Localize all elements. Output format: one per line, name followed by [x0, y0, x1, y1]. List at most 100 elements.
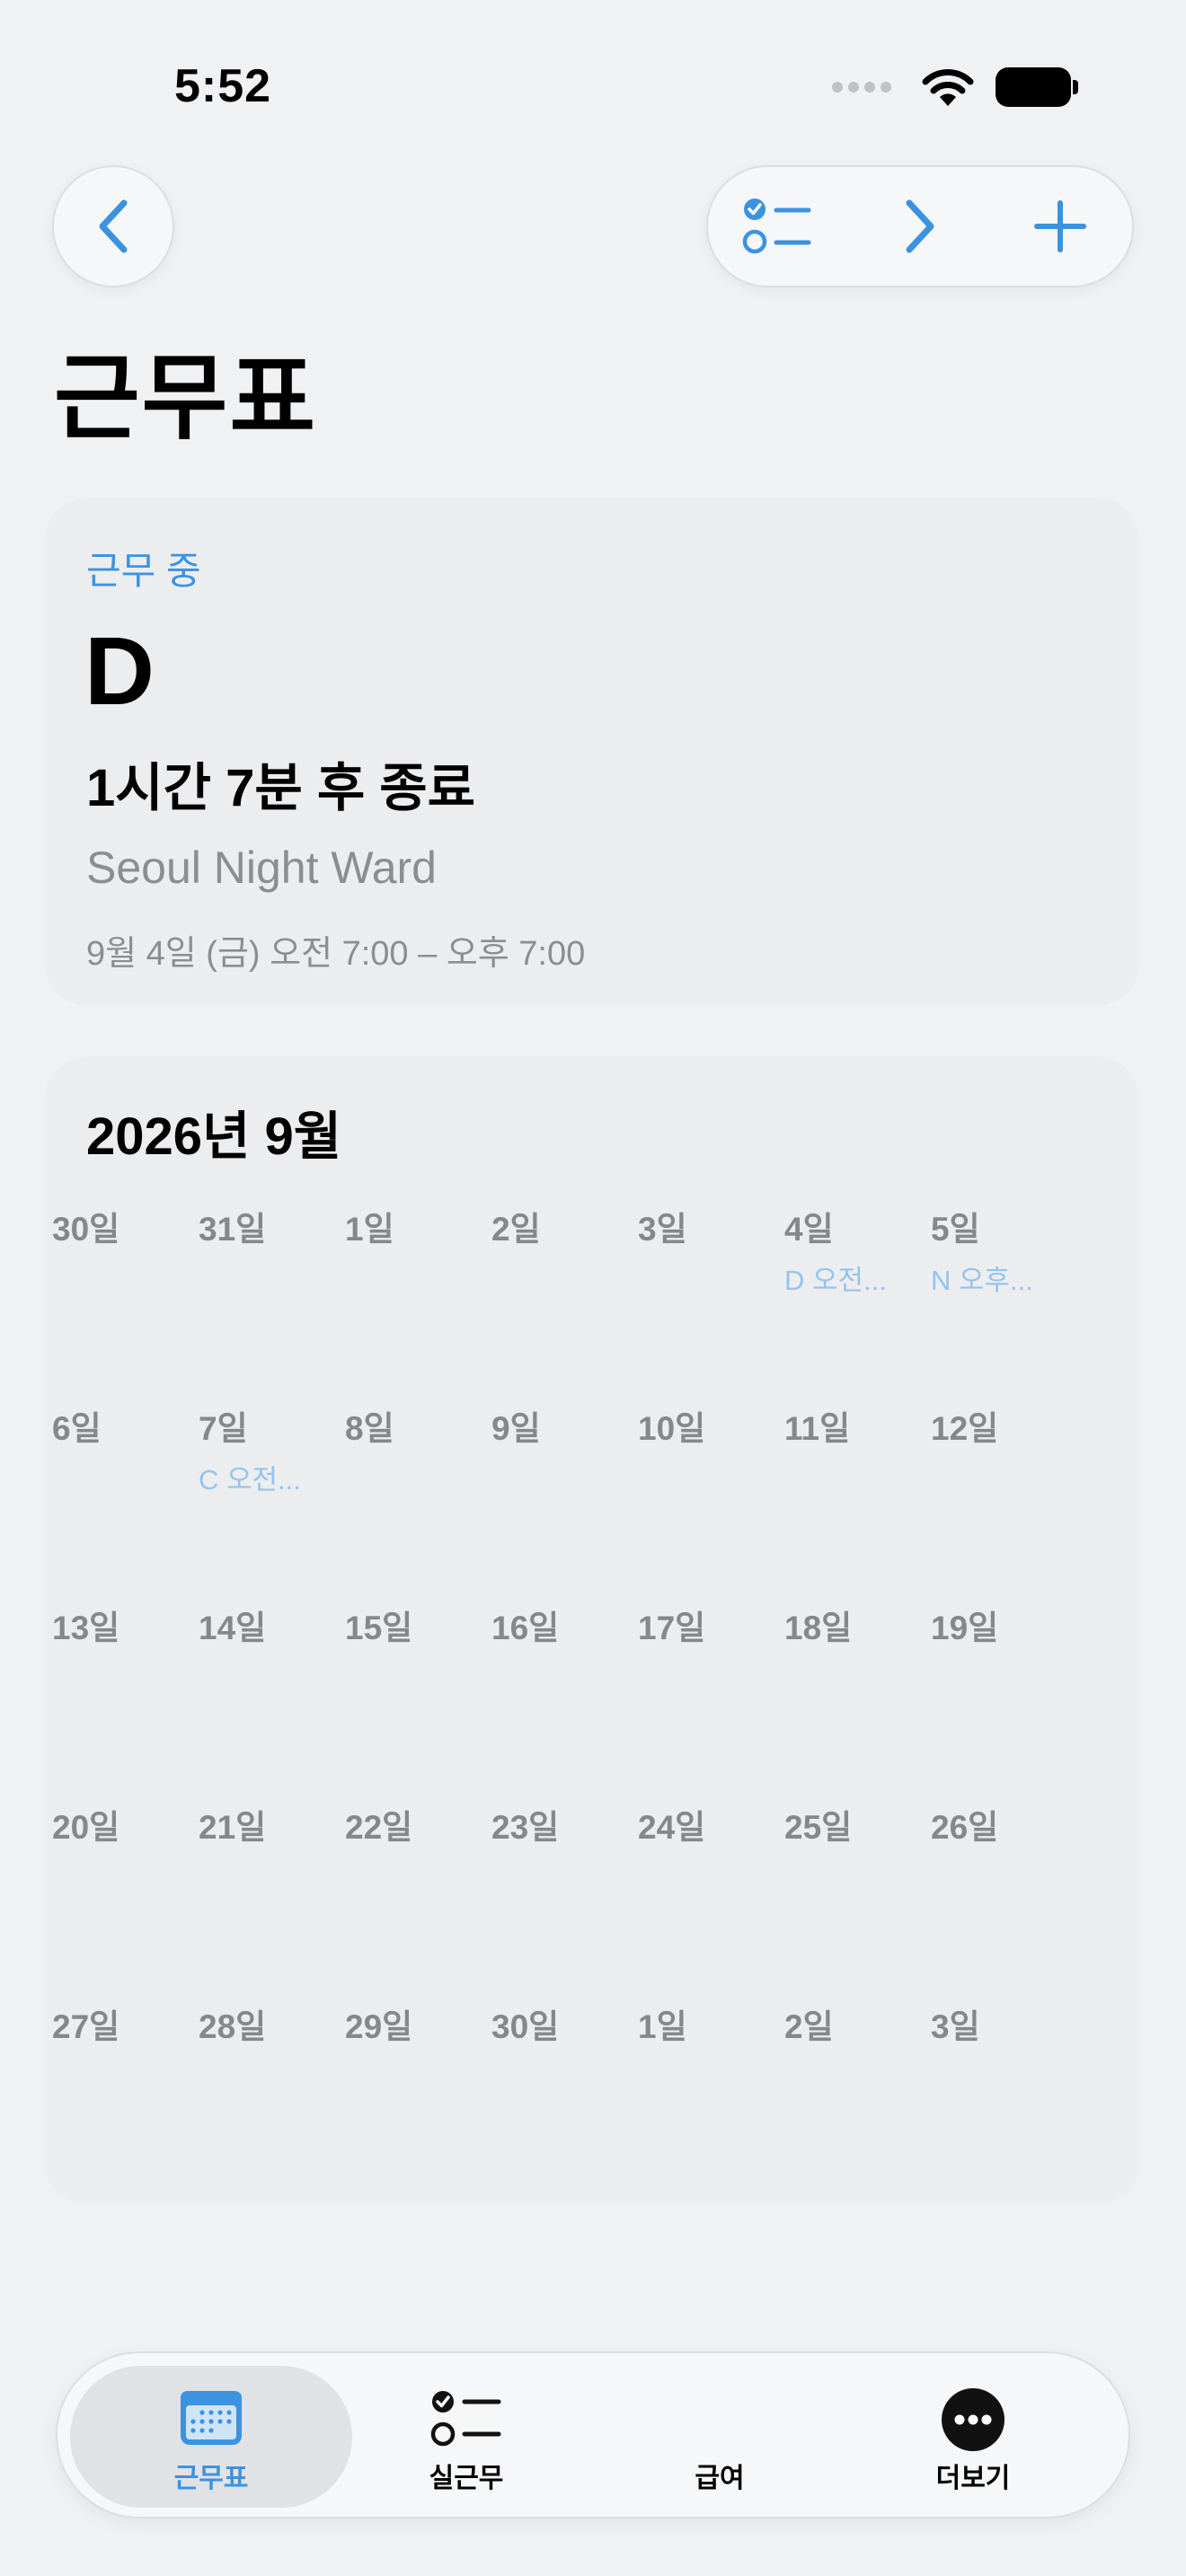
calendar-day[interactable]: 8일 [345, 1401, 489, 1581]
calendar-day-number: 13일 [52, 1610, 120, 1646]
calendar-day[interactable]: 15일 [345, 1601, 489, 1780]
calendar-day[interactable]: 19일 [931, 1601, 1075, 1780]
calendar-day-number: 25일 [784, 1809, 853, 1846]
tab-actual-work[interactable]: 실근무 [367, 2353, 565, 2517]
calendar-day[interactable]: 10일 [638, 1401, 782, 1581]
calendar-day[interactable]: 1일 [638, 1999, 782, 2179]
tab-salary[interactable]: 급여 [621, 2353, 819, 2517]
calendar-day-event: N 오후... [931, 1265, 1033, 1296]
calendar-day-number: 1일 [345, 1211, 394, 1248]
calendar-day-number: 27일 [52, 2008, 120, 2045]
calendar-day[interactable]: 2일 [491, 1202, 635, 1381]
cellular-signal-icon [832, 82, 891, 93]
toolbar-group [706, 165, 1134, 287]
current-shift-card[interactable]: 근무 중 D 1시간 7분 후 종료 Seoul Night Ward 9월 4… [45, 498, 1139, 1006]
tab-schedule[interactable]: 근무표 [112, 2353, 310, 2517]
tab-label: 더보기 [935, 2464, 1011, 2493]
calendar-day-number: 23일 [491, 1809, 560, 1846]
calendar-day-number: 1일 [638, 2008, 687, 2045]
shift-code: D [84, 616, 155, 725]
checklist-icon [430, 2391, 501, 2447]
more-icon [942, 2388, 1005, 2451]
battery-icon [996, 67, 1078, 107]
tab-bar: 근무표 실근무 급여 더보기 [56, 2351, 1130, 2519]
calendar-day[interactable]: 30일 [491, 1999, 635, 2179]
tab-label: 실근무 [429, 2464, 504, 2493]
calendar-day-number: 9일 [491, 1410, 541, 1447]
calendar-day-number: 8일 [345, 1410, 394, 1447]
calendar-day-number: 28일 [199, 2008, 267, 2045]
calendar-day-number: 30일 [491, 2008, 560, 2045]
calendar-day[interactable]: 31일 [199, 1202, 342, 1381]
status-icons [832, 66, 1078, 108]
back-button[interactable] [52, 165, 174, 287]
shift-remaining-time: 1시간 7분 후 종료 [86, 759, 476, 817]
wifi-icon [922, 69, 974, 106]
calendar-day[interactable]: 1일 [345, 1202, 489, 1381]
calendar-day-number: 2일 [784, 2008, 834, 2045]
calendar-day-number: 12일 [931, 1410, 999, 1447]
calendar-day[interactable]: 20일 [52, 1800, 196, 1980]
calendar-day-number: 31일 [199, 1211, 267, 1248]
calendar-day-number: 11일 [784, 1410, 851, 1447]
plus-icon [1034, 200, 1086, 252]
calendar-day[interactable]: 27일 [52, 1999, 196, 2179]
calendar-day[interactable]: 29일 [345, 1999, 489, 2179]
calendar-day-number: 3일 [638, 1211, 687, 1248]
calendar-icon [181, 2391, 242, 2445]
calendar-day-number: 22일 [345, 1809, 413, 1846]
calendar-day[interactable]: 25일 [784, 1800, 928, 1980]
calendar-day[interactable]: 12일 [931, 1401, 1075, 1581]
tab-more[interactable]: 더보기 [874, 2353, 1072, 2517]
calendar-day[interactable]: 11일 [784, 1401, 928, 1581]
calendar-day[interactable]: 23일 [491, 1800, 635, 1980]
calendar-day[interactable]: 7일 C 오전... [199, 1401, 342, 1581]
calendar-day-number: 5일 [931, 1211, 980, 1248]
calendar-day-number: 2일 [491, 1211, 541, 1248]
calendar-day[interactable]: 9일 [491, 1401, 635, 1581]
calendar-day[interactable]: 4일 D 오전... [784, 1202, 928, 1381]
checklist-icon [742, 198, 811, 254]
calendar-day[interactable]: 17일 [638, 1601, 782, 1780]
calendar-day[interactable]: 30일 [52, 1202, 196, 1381]
calendar-day[interactable]: 26일 [931, 1800, 1075, 1980]
calendar-day-number: 15일 [345, 1610, 413, 1646]
calendar-day[interactable]: 2일 [784, 1999, 928, 2179]
calendar-day-number: 17일 [638, 1610, 706, 1646]
calendar-day-number: 20일 [52, 1809, 120, 1846]
calendar-card: 2026년 9월 30일 31일 1일 2일 3일 4일 D 오전... 5일 N 오후... 6… [45, 1056, 1139, 2204]
status-time: 5:52 [174, 60, 272, 112]
calendar-day-number: 21일 [199, 1809, 267, 1846]
shift-status: 근무 중 [86, 550, 201, 592]
calendar-day-number: 24일 [638, 1809, 706, 1846]
shift-time-range: 9월 4일 (금) 오전 7:00 – 오후 7:00 [86, 935, 586, 973]
calendar-day-number: 10일 [638, 1410, 706, 1447]
calendar-day[interactable]: 6일 [52, 1401, 196, 1581]
calendar-day[interactable]: 28일 [199, 1999, 342, 2179]
calendar-day[interactable]: 14일 [199, 1601, 342, 1780]
next-month-button[interactable] [866, 167, 974, 286]
calendar-day-number: 3일 [931, 2008, 980, 2045]
calendar-day[interactable]: 3일 [638, 1202, 782, 1381]
calendar-day-number: 6일 [52, 1410, 102, 1447]
calendar-day[interactable]: 18일 [784, 1601, 928, 1780]
calendar-day-number: 7일 [199, 1410, 248, 1447]
tab-label: 급여 [695, 2464, 745, 2493]
calendar-day[interactable]: 3일 [931, 1999, 1075, 2179]
calendar-day[interactable]: 21일 [199, 1800, 342, 1980]
chevron-left-icon [99, 199, 128, 253]
calendar-day-number: 16일 [491, 1610, 560, 1646]
calendar-day[interactable]: 5일 N 오후... [931, 1202, 1075, 1381]
calendar-day[interactable]: 24일 [638, 1800, 782, 1980]
calendar-day-number: 26일 [931, 1809, 999, 1846]
calendar-day-number: 14일 [199, 1610, 267, 1646]
calendar-day-number: 30일 [52, 1211, 120, 1248]
calendar-day-event: D 오전... [784, 1265, 887, 1296]
calendar-day-number: 29일 [345, 2008, 413, 2045]
calendar-day[interactable]: 16일 [491, 1601, 635, 1780]
checklist-button[interactable] [724, 167, 832, 286]
add-button[interactable] [1006, 167, 1114, 286]
calendar-month-title: 2026년 9월 [86, 1107, 342, 1166]
calendar-day[interactable]: 13일 [52, 1601, 196, 1780]
calendar-day[interactable]: 22일 [345, 1800, 489, 1980]
